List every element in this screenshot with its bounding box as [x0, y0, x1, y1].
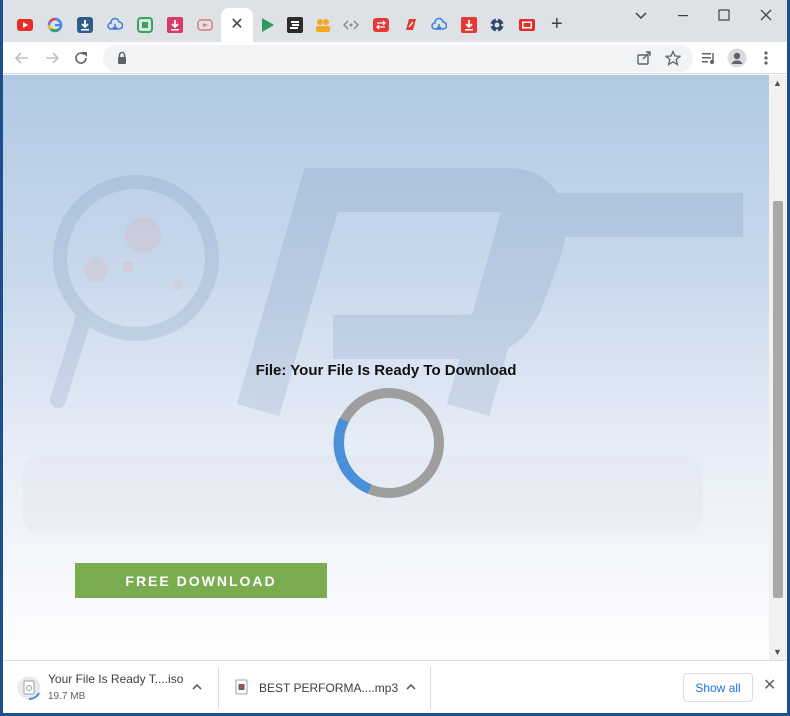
plus-icon[interactable]: + — [551, 14, 563, 34]
download-item[interactable]: Your File Is Ready T....iso 19.7 MB — [3, 661, 217, 713]
audio-file-icon — [235, 679, 248, 695]
back-icon[interactable] — [11, 47, 33, 69]
divider — [430, 667, 431, 709]
tab-code-brackets[interactable] — [337, 10, 365, 40]
code-brackets-icon — [343, 20, 359, 30]
tab-cloud-download-2[interactable] — [425, 10, 453, 40]
tab-red-leaf[interactable] — [397, 10, 425, 40]
tab-youtube-2[interactable] — [513, 10, 541, 40]
profile-icon[interactable] — [726, 47, 748, 69]
tab-strip: ✕ + — [3, 0, 787, 42]
chevron-down-icon[interactable] — [629, 8, 653, 25]
dark-logo-icon — [287, 17, 303, 33]
tab-gear[interactable] — [483, 10, 511, 40]
green-play-icon — [262, 18, 274, 32]
free-download-button[interactable]: FREE DOWNLOAD — [75, 563, 327, 598]
orange-people-icon — [316, 19, 330, 32]
red-arrows-icon — [373, 18, 389, 32]
address-bar[interactable] — [103, 45, 693, 72]
tab-google[interactable] — [41, 10, 69, 40]
download-size: 19.7 MB — [48, 691, 86, 702]
tab-active[interactable]: ✕ — [221, 8, 253, 42]
youtube-icon — [519, 19, 535, 31]
video-play-icon — [197, 19, 213, 31]
tab-red-arrows[interactable] — [367, 10, 395, 40]
page-content: File: Your File Is Ready To Download FRE… — [3, 75, 769, 660]
red-download-icon — [461, 17, 477, 33]
window-close-icon[interactable] — [754, 8, 778, 25]
tab-pink-download[interactable] — [161, 10, 189, 40]
lock-icon[interactable] — [111, 47, 133, 69]
tab-green-box[interactable] — [131, 10, 159, 40]
download-filename: Your File Is Ready T....iso — [48, 672, 184, 686]
download-filename: BEST PERFORMA....mp3 — [259, 681, 399, 695]
scroll-thumb[interactable] — [773, 201, 783, 598]
tab-video-play[interactable] — [191, 10, 219, 40]
tab-orange-people[interactable] — [309, 10, 337, 40]
cloud-download-icon — [107, 17, 123, 31]
red-leaf-icon — [406, 19, 416, 30]
page-scrollbar[interactable]: ▲ ▼ — [769, 75, 787, 660]
star-icon[interactable] — [662, 47, 684, 69]
tab-dark-logo[interactable] — [281, 10, 309, 40]
forward-icon[interactable] — [41, 47, 63, 69]
pink-download-icon — [167, 17, 183, 33]
minimize-icon[interactable] — [671, 8, 695, 25]
scroll-down-icon[interactable]: ▼ — [773, 647, 782, 657]
tab-youtube[interactable] — [11, 10, 39, 40]
google-icon — [47, 17, 63, 33]
download-item[interactable]: BEST PERFORMA....mp3 — [219, 661, 429, 713]
share-icon[interactable] — [633, 47, 655, 69]
browser-window: ✕ + File: Your File Is Ready To Download… — [3, 0, 787, 713]
gear-icon — [490, 18, 504, 32]
scroll-up-icon[interactable]: ▲ — [773, 78, 782, 88]
tab-download[interactable] — [71, 10, 99, 40]
youtube-icon — [17, 19, 33, 31]
file-icon — [17, 676, 41, 701]
green-box-icon — [137, 17, 153, 33]
loading-spinner — [333, 388, 444, 498]
download-shelf: Your File Is Ready T....iso 19.7 MB BEST… — [3, 660, 787, 713]
maximize-icon[interactable] — [712, 8, 736, 25]
download-icon — [77, 17, 93, 33]
tab-cloud-download[interactable] — [101, 10, 129, 40]
cloud-download-icon — [431, 17, 447, 31]
chevron-up-icon[interactable] — [189, 679, 205, 695]
media-control-icon[interactable] — [698, 47, 720, 69]
show-all-button[interactable]: Show all — [683, 673, 753, 702]
page-title: File: Your File Is Ready To Download — [255, 362, 517, 379]
browser-toolbar — [3, 42, 787, 74]
close-icon[interactable]: ✕ — [763, 678, 776, 694]
menu-icon[interactable] — [755, 47, 777, 69]
close-icon[interactable]: ✕ — [230, 17, 243, 33]
tab-red-download[interactable] — [455, 10, 483, 40]
chevron-up-icon[interactable] — [403, 679, 419, 695]
tab-green-play[interactable] — [253, 10, 281, 40]
reload-icon[interactable] — [70, 47, 92, 69]
